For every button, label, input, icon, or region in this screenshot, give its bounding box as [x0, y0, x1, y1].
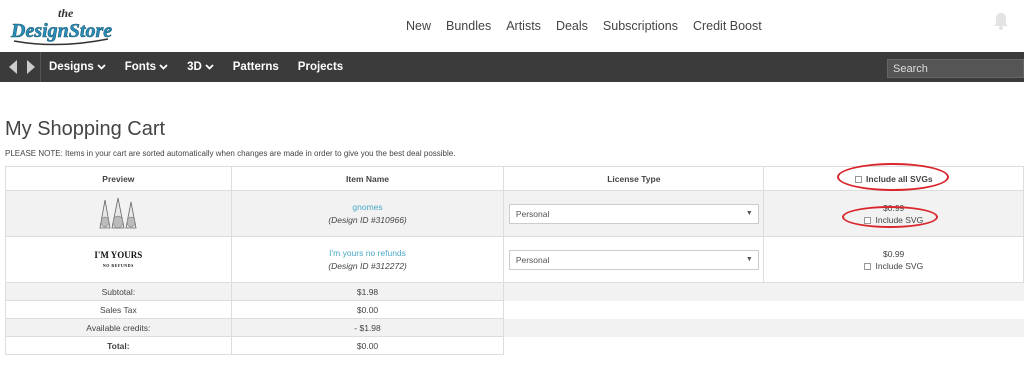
total-row: Total: $0.00: [5, 336, 1024, 355]
header-license-type: License Type: [503, 166, 765, 191]
summary-value: $1.98: [230, 282, 505, 301]
license-select[interactable]: Personal ▼: [508, 249, 759, 270]
top-nav-bundles[interactable]: Bundles: [446, 19, 491, 33]
license-select-value: Personal: [515, 208, 550, 219]
page-title: My Shopping Cart: [5, 118, 166, 140]
chevron-down-icon: [205, 64, 214, 70]
top-nav-new[interactable]: New: [406, 19, 431, 33]
nav-3d[interactable]: 3D: [187, 61, 214, 73]
license-select[interactable]: Personal ▼: [508, 203, 759, 224]
category-nav: Designs Fonts 3D Patterns Projects: [49, 52, 362, 82]
include-svg-checkbox[interactable]: [864, 216, 872, 224]
include-svg-checkbox[interactable]: [864, 262, 872, 270]
include-all-svgs-checkbox[interactable]: [854, 175, 862, 183]
item-price: $0.99: [883, 202, 905, 213]
summary-label: Available credits:: [5, 318, 232, 337]
nav-fonts[interactable]: Fonts: [125, 61, 168, 73]
sorting-note: PLEASE NOTE: Items in your cart are sort…: [5, 149, 456, 158]
summary-label: Subtotal:: [5, 282, 232, 301]
bell-icon[interactable]: [992, 11, 1010, 31]
thumbnail-text: I'M YOURS: [94, 249, 143, 260]
item-name-cell: I'm yours no refunds (Design ID #312272): [230, 236, 505, 283]
svg-cell: $0.99 Include SVG: [763, 190, 1024, 237]
search-input[interactable]: [887, 59, 1024, 78]
header-include-all: Include all SVGs: [763, 166, 1024, 191]
top-nav-artists[interactable]: Artists: [506, 19, 541, 33]
cart-table: Preview Item Name License Type Include a…: [5, 166, 1024, 355]
header-item-name: Item Name: [230, 166, 505, 191]
design-store-logo[interactable]: the DesignStore: [8, 5, 114, 47]
forward-arrow-icon[interactable]: [24, 58, 38, 76]
license-select-value: Personal: [515, 254, 550, 265]
credits-row: Available credits: - $1.98: [5, 318, 1024, 337]
cart-header-row: Preview Item Name License Type Include a…: [5, 166, 1024, 191]
header-preview: Preview: [5, 166, 232, 191]
design-id: (Design ID #310966): [328, 215, 407, 225]
svg-text:DesignStore: DesignStore: [10, 20, 112, 42]
nav-designs[interactable]: Designs: [49, 61, 106, 73]
nav-designs-label: Designs: [49, 61, 94, 73]
include-svg-label: Include SVG: [875, 214, 924, 225]
nav-projects[interactable]: Projects: [298, 61, 343, 73]
item-price: $0.99: [883, 248, 905, 259]
sales-tax-row: Sales Tax $0.00: [5, 300, 1024, 319]
nav-patterns-label: Patterns: [232, 61, 279, 73]
chevron-down-icon: [97, 64, 106, 70]
empty-cell: [504, 319, 1024, 337]
summary-label: Total:: [5, 336, 232, 355]
nav-divider: [40, 52, 41, 82]
empty-cell: [504, 337, 1024, 355]
nav-fonts-label: Fonts: [124, 61, 157, 73]
preview-cell: I'M YOURS NO REFUNDS: [5, 236, 232, 283]
item-name-link[interactable]: I'm yours no refunds: [232, 248, 504, 258]
back-arrow-icon[interactable]: [6, 58, 20, 76]
subtotal-row: Subtotal: $1.98: [5, 282, 1024, 301]
include-svg-option: Include SVG: [764, 261, 1023, 271]
top-nav: New Bundles Artists Deals Subscriptions …: [406, 0, 777, 52]
design-id: (Design ID #312272): [328, 261, 407, 271]
include-all-svgs-label: Include all SVGs: [866, 173, 933, 184]
top-header: the DesignStore New Bundles Artists Deal…: [0, 0, 1024, 52]
im-yours-thumbnail[interactable]: I'M YOURS NO REFUNDS: [6, 249, 231, 269]
nav-3d-label: 3D: [187, 61, 202, 73]
item-name-link[interactable]: gnomes: [232, 202, 504, 212]
empty-cell: [504, 301, 1024, 319]
cart-row: I'M YOURS NO REFUNDS I'm yours no refund…: [5, 236, 1024, 283]
top-nav-credit-boost[interactable]: Credit Boost: [693, 19, 762, 33]
main-navbar: Designs Fonts 3D Patterns Projects: [0, 52, 1024, 82]
svg-text:the: the: [58, 6, 74, 20]
include-svg-label: Include SVG: [875, 260, 924, 271]
chevron-down-icon: [159, 64, 168, 70]
summary-value: $0.00: [230, 336, 505, 355]
caret-down-icon: ▼: [745, 255, 753, 263]
summary-value: - $1.98: [230, 318, 505, 337]
gnomes-thumbnail[interactable]: [96, 194, 140, 232]
caret-down-icon: ▼: [745, 209, 753, 217]
top-nav-subscriptions[interactable]: Subscriptions: [603, 19, 678, 33]
license-cell: Personal ▼: [503, 190, 765, 237]
svg-cell: $0.99 Include SVG: [763, 236, 1024, 283]
license-cell: Personal ▼: [503, 236, 765, 283]
summary-label: Sales Tax: [5, 300, 232, 319]
include-svg-option: Include SVG: [764, 215, 1023, 225]
thumbnail-subtext: NO REFUNDS: [102, 262, 134, 268]
summary-value: $0.00: [230, 300, 505, 319]
nav-patterns[interactable]: Patterns: [233, 61, 279, 73]
empty-cell: [504, 283, 1024, 301]
cart-row: gnomes (Design ID #310966) Personal ▼ $0…: [5, 190, 1024, 237]
nav-projects-label: Projects: [297, 61, 344, 73]
item-name-cell: gnomes (Design ID #310966): [230, 190, 505, 237]
preview-cell: [5, 190, 232, 237]
top-nav-deals[interactable]: Deals: [556, 19, 588, 33]
